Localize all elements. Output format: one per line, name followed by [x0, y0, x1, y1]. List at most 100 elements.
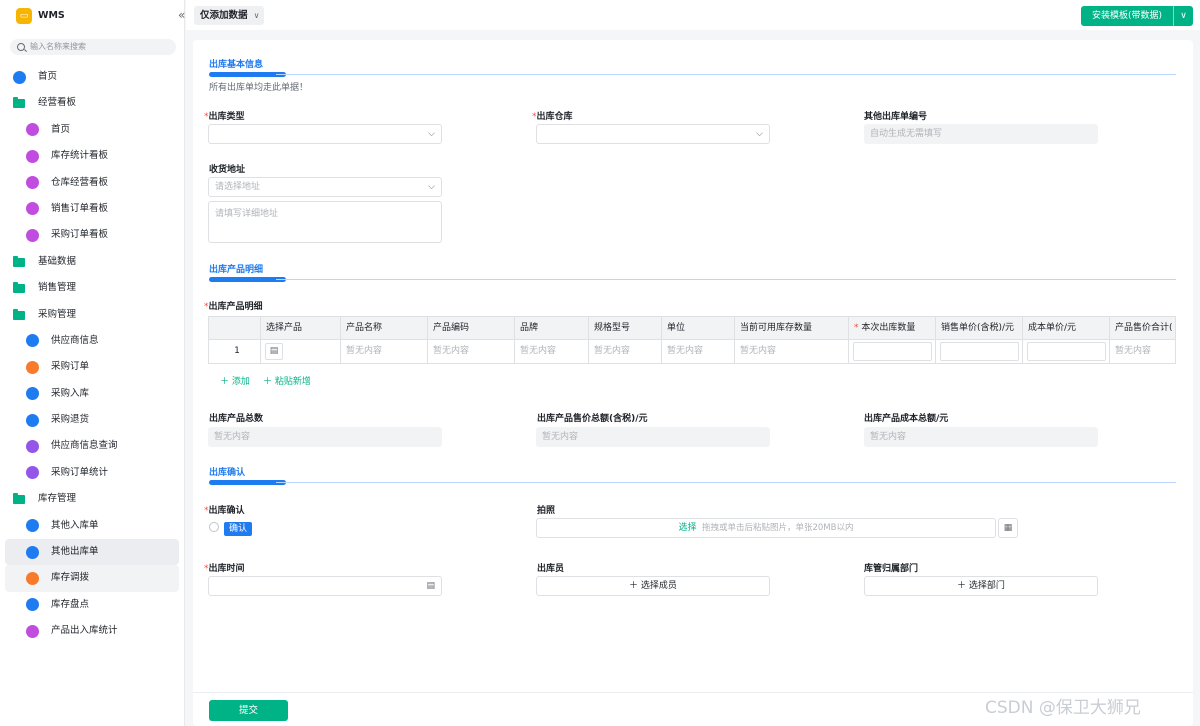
sidebar-item[interactable]: 仓库经营看板	[5, 170, 179, 196]
select-member-button[interactable]: ＋ 选择成员	[536, 576, 770, 596]
board-icon	[26, 149, 39, 163]
sidebar-item-label: 其他出库单	[51, 546, 99, 558]
confirm-radio[interactable]	[209, 522, 219, 532]
sidebar-item-label: 库存管理	[38, 493, 77, 505]
topbar: 仅添加数据 ∨ 安装模板(带数据) ∨	[186, 0, 1200, 30]
app-name: WMS	[38, 10, 65, 21]
sidebar-item[interactable]: 其他入库单	[5, 513, 179, 539]
section-divider	[276, 74, 1176, 75]
qrcode-icon[interactable]: ▦	[998, 518, 1018, 538]
folder-icon	[13, 308, 25, 320]
confirm-option[interactable]: 确认	[224, 522, 253, 536]
table-cell[interactable]	[1023, 340, 1110, 363]
table-cell-input[interactable]	[1027, 342, 1106, 361]
sidebar-item[interactable]: 销售管理	[5, 275, 179, 301]
sidebar-item[interactable]: 库存管理	[5, 486, 179, 512]
sidebar-item[interactable]: 销售订单看板	[5, 196, 179, 222]
photo-pick-link[interactable]: 选择	[679, 523, 697, 533]
submit-button[interactable]: 提交	[209, 700, 288, 721]
sidebar-item-label: 采购订单	[51, 361, 90, 373]
sidebar-item[interactable]: 采购退货	[5, 407, 179, 433]
table-cell: 暂无内容	[515, 340, 589, 363]
sidebar: ▭ WMS « 输入名称来搜索 首页 经营看板 首页 库存统计看板 仓库经营看板 销售订单…	[0, 0, 185, 726]
table-header-cell: * 本次出库数量	[849, 317, 936, 340]
total-cost-field: 暂无内容	[864, 427, 1098, 447]
sidebar-item-label: 产品出入库统计	[51, 625, 118, 637]
select-dept-button[interactable]: ＋ 选择部门	[864, 576, 1098, 596]
section-underline	[209, 72, 286, 77]
section-underline	[209, 480, 286, 485]
sidebar-item[interactable]: 其他出库单	[5, 539, 179, 566]
user-icon	[26, 334, 39, 348]
table-header-cell: 产品编码	[428, 317, 515, 340]
address-detail-input[interactable]: 请填写详细地址	[208, 201, 442, 243]
product-detail-table: 选择产品 产品名称 产品编码 品牌 规格型号 单位 当前可用库存数量 * 本次出库数量 销售单价…	[208, 316, 1176, 364]
out-time-picker[interactable]: ▤	[208, 576, 442, 596]
board-icon	[26, 202, 39, 216]
table-header-cell: 销售单价(含税)/元	[936, 317, 1023, 340]
section-title-products: 出库产品明细	[209, 265, 264, 275]
form-icon	[26, 598, 39, 612]
address-select[interactable]: 请选择地址 ⌵	[208, 177, 442, 197]
sidebar-item[interactable]: 采购订单统计	[5, 460, 179, 486]
sidebar-item[interactable]: 采购管理	[5, 302, 179, 328]
view-selector[interactable]: 仅添加数据 ∨	[194, 6, 264, 25]
table-cell[interactable]	[936, 340, 1023, 363]
table-header-cell: 产品名称	[341, 317, 428, 340]
table-header-cell: 成本单价/元	[1023, 317, 1110, 340]
sidebar-item[interactable]: 基础数据	[5, 249, 179, 275]
paste-add-button[interactable]: ＋ 粘贴新增	[263, 374, 311, 387]
view-selector-label: 仅添加数据	[200, 10, 248, 21]
sidebar-item[interactable]: 采购入库	[5, 381, 179, 407]
confirm-label: *出库确认	[204, 506, 245, 516]
dept-label: 库管归属部门	[864, 564, 919, 574]
sidebar-item[interactable]: 供应商信息查询	[5, 433, 179, 459]
table-cell[interactable]	[849, 340, 936, 363]
add-row-button[interactable]: ＋ 添加	[220, 374, 250, 387]
home-icon	[13, 70, 26, 84]
board-icon	[26, 624, 39, 638]
search-icon	[17, 43, 25, 51]
table-cell[interactable]: ▤	[261, 340, 341, 363]
sidebar-item[interactable]: 首页	[5, 117, 179, 143]
table-cell-input[interactable]	[940, 342, 1019, 361]
chart-icon	[26, 439, 39, 453]
sidebar-item[interactable]: 产品出入库统计	[5, 618, 179, 644]
table-cell: 暂无内容	[341, 340, 428, 363]
select-product-icon[interactable]: ▤	[265, 343, 283, 360]
collapse-sidebar-icon[interactable]: «	[178, 8, 185, 22]
chevron-down-icon[interactable]: ∨	[1173, 6, 1193, 26]
sidebar-item[interactable]: 供应商信息	[5, 328, 179, 354]
sidebar-item[interactable]: 首页	[5, 64, 179, 90]
sidebar-item[interactable]: 采购订单看板	[5, 222, 179, 248]
folder-icon	[13, 282, 25, 294]
sidebar-search-input[interactable]: 输入名称来搜索	[10, 39, 176, 55]
table-header-cell: 当前可用库存数量	[735, 317, 849, 340]
table-header-cell: 规格型号	[589, 317, 662, 340]
table-cell: 暂无内容	[1110, 340, 1175, 363]
total-price-field: 暂无内容	[536, 427, 770, 447]
sidebar-item[interactable]: 经营看板	[5, 90, 179, 116]
sidebar-item[interactable]: 库存调拨	[5, 565, 179, 592]
form-icon	[26, 387, 39, 401]
photo-upload[interactable]: 选择 拖拽或单击后粘贴图片，单张20MB以内	[536, 518, 996, 538]
table-row: 1 ▤ 暂无内容 暂无内容 暂无内容 暂无内容 暂无内容 暂无内容 暂无内容	[209, 340, 1175, 363]
operator-label: 出库员	[537, 564, 565, 574]
total-cost-label: 出库产品成本总额/元	[864, 414, 949, 424]
sidebar-item-label: 采购管理	[38, 308, 77, 320]
sidebar-item[interactable]: 库存统计看板	[5, 143, 179, 169]
out-type-select[interactable]: ⌵	[208, 124, 442, 144]
form-icon	[26, 413, 39, 427]
table-cell-input[interactable]	[853, 342, 932, 361]
sidebar-item-label: 经营看板	[38, 97, 77, 109]
folder-icon	[13, 255, 25, 267]
out-time-label: *出库时间	[204, 564, 245, 574]
sidebar-item[interactable]: 库存盘点	[5, 592, 179, 618]
warehouse-select[interactable]: ⌵	[536, 124, 770, 144]
form-icon	[26, 519, 39, 533]
install-template-button[interactable]: 安装模板(带数据) ∨	[1081, 6, 1193, 26]
form-icon	[26, 545, 39, 559]
chevron-down-icon: ⌵	[428, 182, 435, 192]
sidebar-item[interactable]: 采购订单	[5, 354, 179, 380]
photo-label: 拍照	[537, 506, 556, 516]
